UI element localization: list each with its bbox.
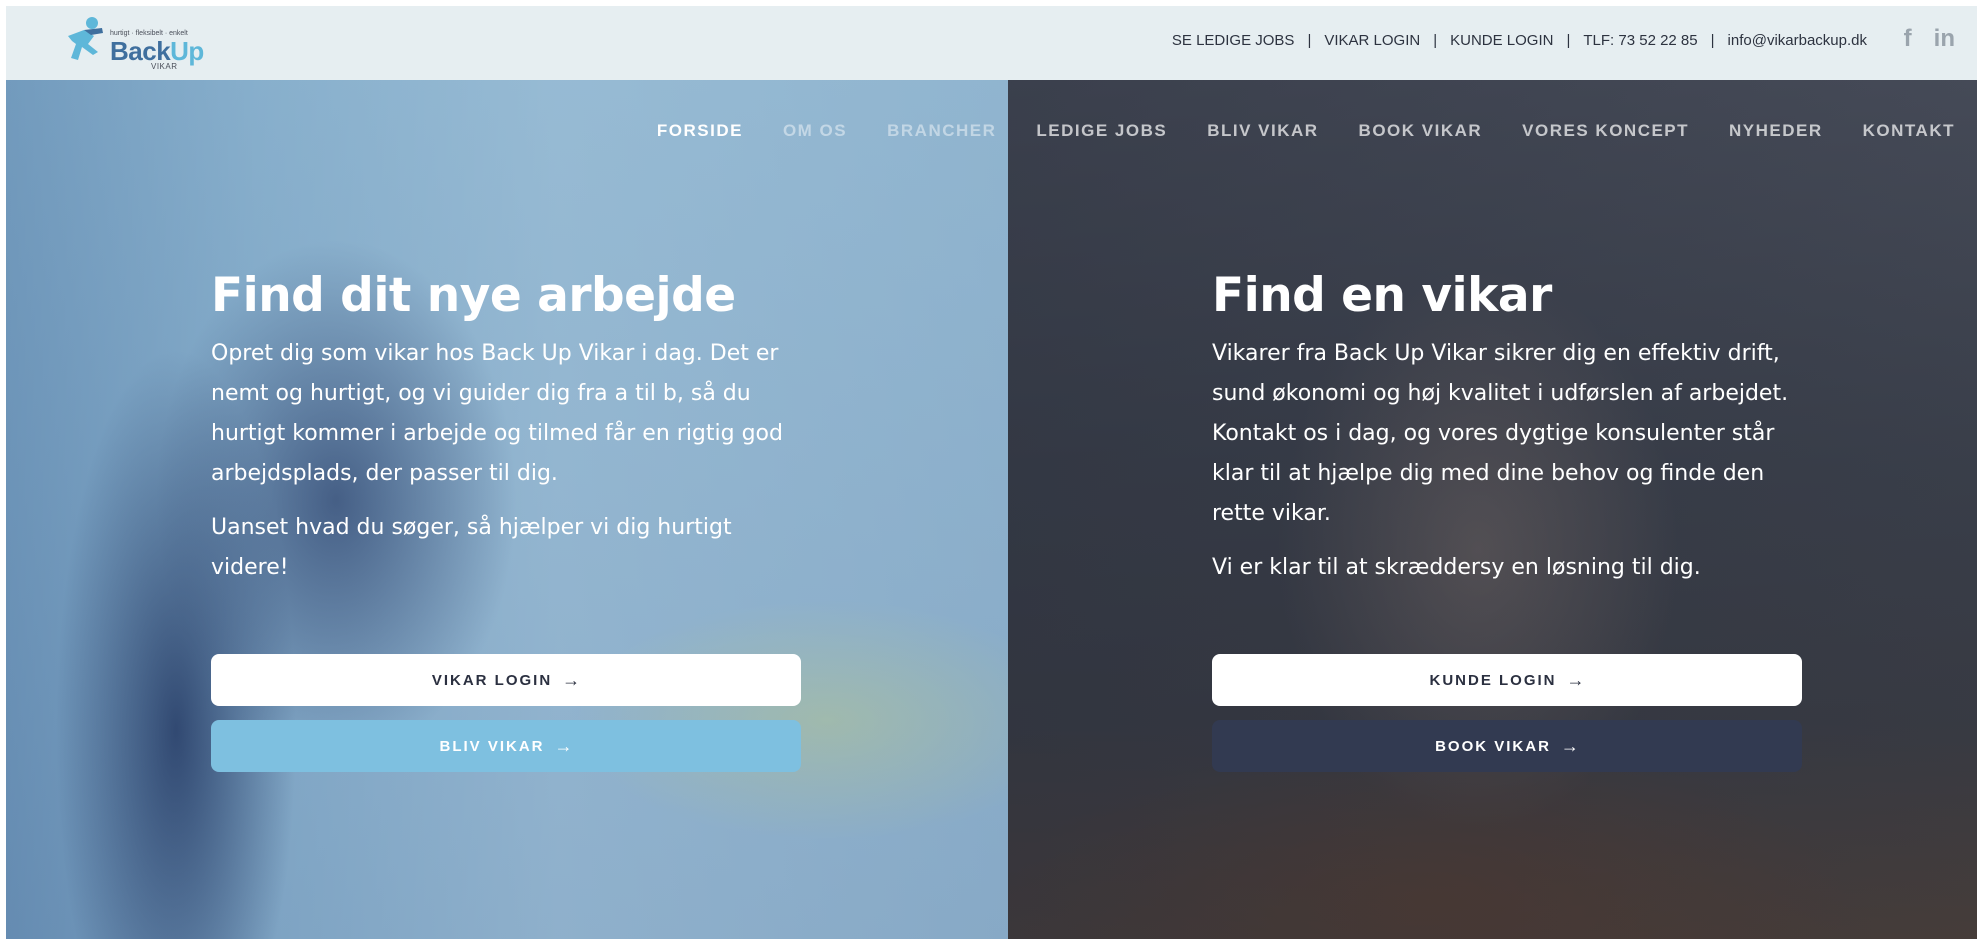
client-intro: Vikarer fra Back Up Vikar sikrer dig en … (1212, 341, 1789, 526)
nav-item-forside[interactable]: FORSIDE (657, 121, 743, 141)
jobseeker-note: Uanset hvad du søger, så hjælper vi dig … (211, 515, 732, 580)
backup-vikar-logo[interactable]: hurtigt · fleksibelt · enkelt BackUp VIK… (58, 14, 208, 71)
top-bar: hurtigt · fleksibelt · enkelt BackUp VIK… (6, 6, 1977, 80)
nav-item-om-os[interactable]: OM OS (783, 121, 847, 141)
nav-item-book-vikar[interactable]: BOOK VIKAR (1359, 121, 1483, 141)
nav-item-brancher[interactable]: BRANCHER (887, 121, 996, 141)
book-vikar-button[interactable]: BOOK VIKAR → (1212, 720, 1802, 772)
link-se-ledige-jobs[interactable]: SE LEDIGE JOBS (1172, 32, 1295, 49)
nav-item-bliv-vikar[interactable]: BLIV VIKAR (1207, 121, 1318, 141)
social-links: f in (1904, 24, 1955, 54)
bliv-vikar-label: BLIV VIKAR (439, 737, 545, 755)
arrow-right-icon: → (1566, 669, 1585, 690)
nav-item-kontakt[interactable]: KONTAKT (1863, 121, 1955, 141)
client-column: Find en vikar Vikarer fra Back Up Vikar … (1212, 266, 1802, 602)
logo-subtitle: VIKAR (151, 62, 178, 71)
jobseeker-intro: Opret dig som vikar hos Back Up Vikar i … (211, 341, 783, 486)
link-email[interactable]: info@vikarbackup.dk (1728, 32, 1867, 49)
vikar-login-button[interactable]: VIKAR LOGIN → (211, 654, 801, 706)
client-heading: Find en vikar (1212, 268, 1552, 323)
runner-logo-icon (68, 17, 103, 60)
link-kunde-login[interactable]: KUNDE LOGIN (1450, 32, 1553, 49)
link-separator: | (1307, 31, 1312, 49)
jobseeker-heading: Find dit nye arbejde (211, 268, 736, 323)
vikar-login-label: VIKAR LOGIN (431, 671, 553, 689)
link-separator: | (1566, 31, 1571, 49)
arrow-right-icon: → (562, 669, 581, 690)
link-phone[interactable]: TLF: 73 52 22 85 (1583, 32, 1697, 49)
link-vikar-login[interactable]: VIKAR LOGIN (1324, 32, 1420, 49)
facebook-icon[interactable]: f (1904, 24, 1912, 54)
arrow-right-icon: → (554, 735, 573, 756)
kunde-login-button[interactable]: KUNDE LOGIN → (1212, 654, 1802, 706)
link-separator: | (1710, 31, 1715, 49)
main-navigation: FORSIDE OM OS BRANCHER LEDIGE JOBS BLIV … (657, 121, 1955, 141)
kunde-login-label: KUNDE LOGIN (1429, 671, 1557, 689)
book-vikar-label: BOOK VIKAR (1435, 737, 1551, 755)
link-separator: | (1433, 31, 1438, 49)
nav-item-ledige-jobs[interactable]: LEDIGE JOBS (1036, 121, 1167, 141)
bliv-vikar-button[interactable]: BLIV VIKAR → (211, 720, 801, 772)
utility-links: SE LEDIGE JOBS | VIKAR LOGIN | KUNDE LOG… (1172, 28, 1867, 52)
nav-item-nyheder[interactable]: NYHEDER (1729, 121, 1823, 141)
linkedin-icon[interactable]: in (1934, 24, 1955, 54)
jobseeker-column: Find dit nye arbejde Opret dig som vikar… (211, 266, 801, 602)
nav-item-vores-koncept[interactable]: VORES KONCEPT (1522, 121, 1689, 141)
arrow-right-icon: → (1560, 735, 1579, 756)
hero-section: FORSIDE OM OS BRANCHER LEDIGE JOBS BLIV … (6, 80, 1977, 939)
client-note: Vi er klar til at skræddersy en løsning … (1212, 555, 1701, 580)
